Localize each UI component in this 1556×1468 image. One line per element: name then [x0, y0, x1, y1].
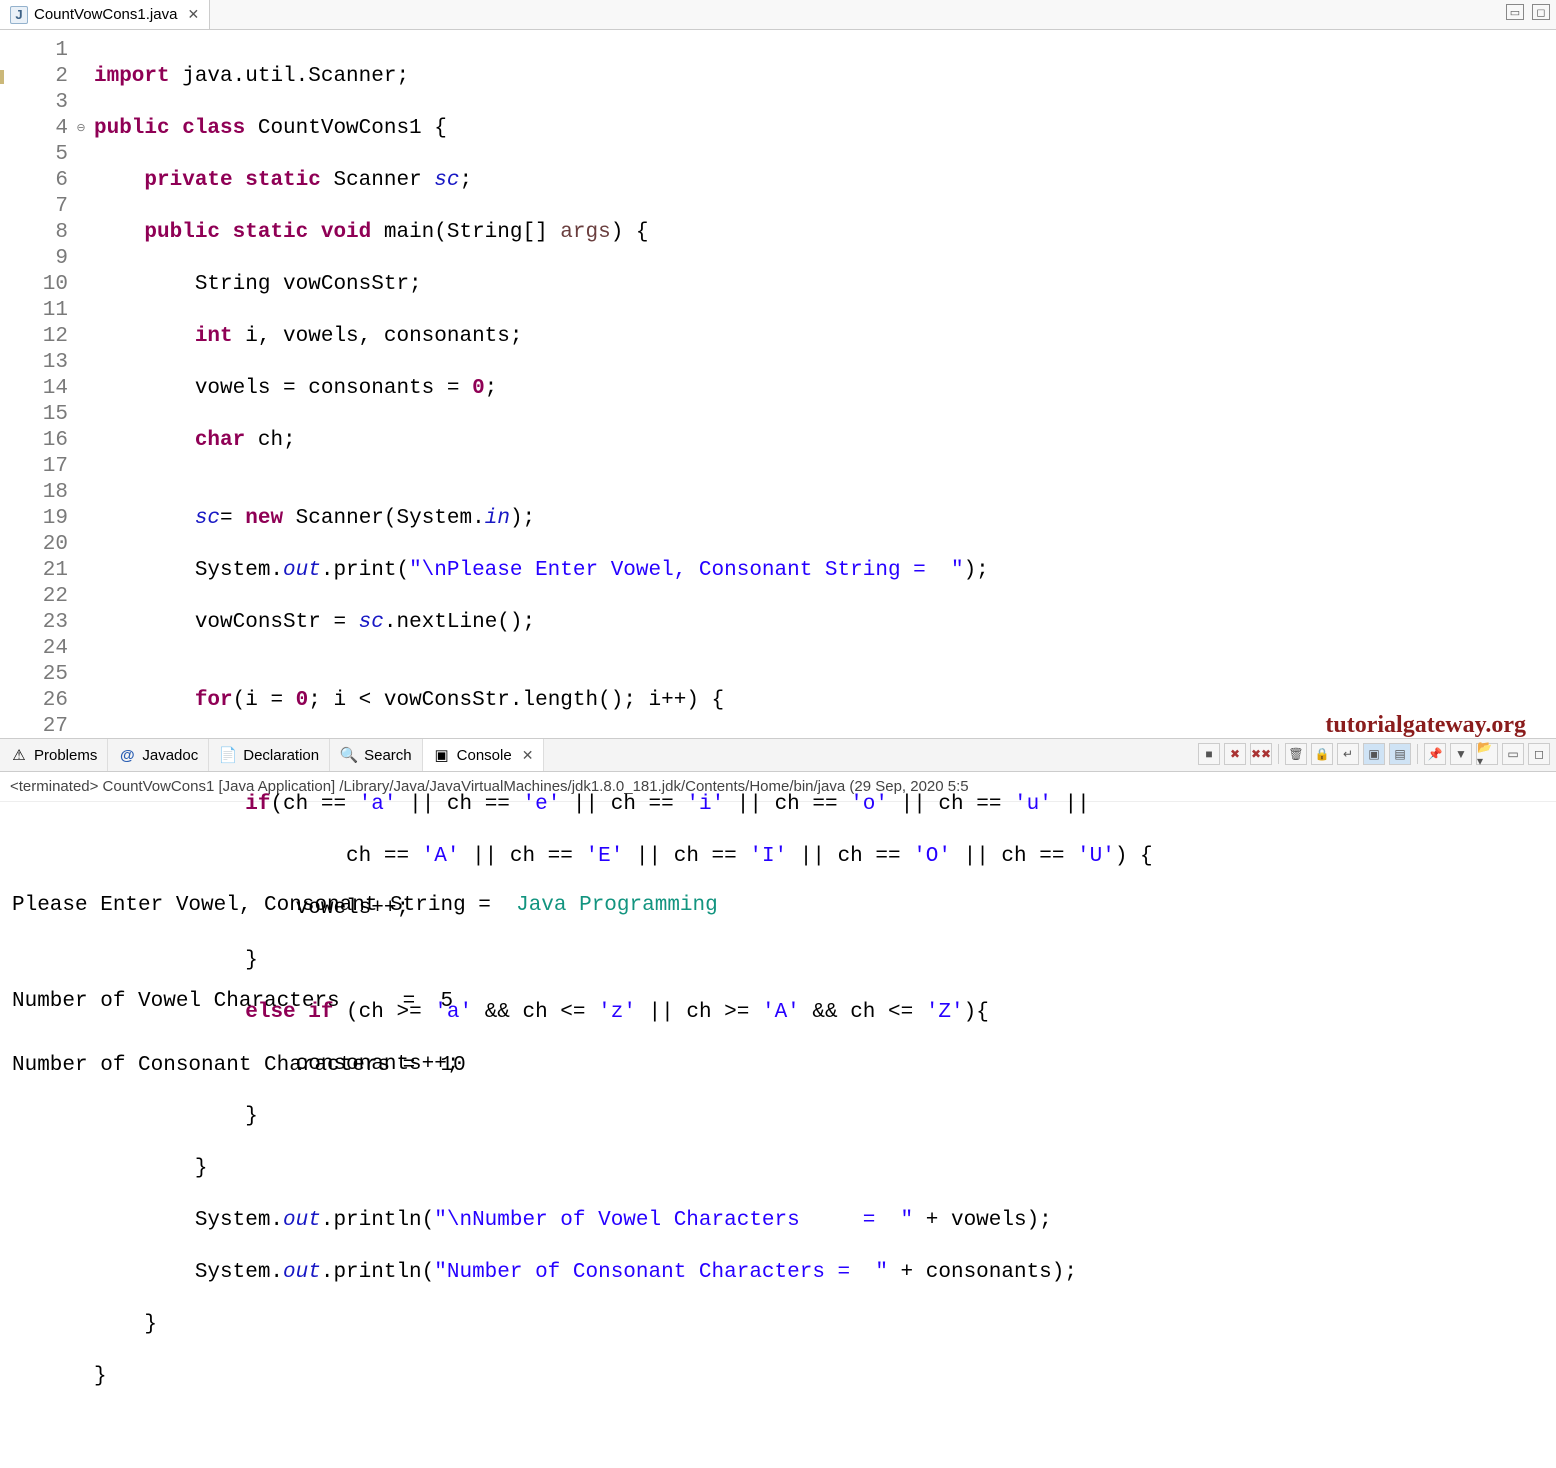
- pin-console-icon[interactable]: 📌: [1424, 743, 1446, 765]
- code-editor[interactable]: 1 2 3 4 5 6 7 8 9 10 11 12 13 14 15 16 1…: [0, 30, 1556, 738]
- code-line: vowels++;: [94, 896, 1556, 922]
- tab-declaration[interactable]: 📄 Declaration: [209, 739, 330, 771]
- watermark: tutorialgateway.org: [1325, 712, 1526, 738]
- code-line: int i, vowels, consonants;: [94, 324, 1556, 350]
- tab-javadoc[interactable]: @ Javadoc: [108, 739, 209, 771]
- minimize-icon[interactable]: ▭: [1506, 4, 1524, 20]
- code-line: String vowConsStr;: [94, 272, 1556, 298]
- code-line: }: [94, 1156, 1556, 1182]
- open-console-icon[interactable]: 📂▾: [1476, 743, 1498, 765]
- code-line: if(ch == 'a' || ch == 'e' || ch == 'i' |…: [94, 792, 1556, 818]
- java-file-icon: J: [10, 6, 28, 24]
- fold-column: ⊖: [74, 30, 88, 738]
- code-line: char ch;: [94, 428, 1556, 454]
- code-line: for(i = 0; i < vowConsStr.length(); i++)…: [94, 688, 1556, 714]
- code-line: sc= new Scanner(System.in);: [94, 506, 1556, 532]
- fold-collapse-icon[interactable]: ⊖: [74, 116, 88, 142]
- code-line: consonants++;: [94, 1052, 1556, 1078]
- code-line: vowels = consonants = 0;: [94, 376, 1556, 402]
- line-number-gutter: 1 2 3 4 5 6 7 8 9 10 11 12 13 14 15 16 1…: [10, 30, 74, 738]
- code-area[interactable]: import java.util.Scanner; public class C…: [88, 30, 1556, 738]
- code-line: }: [94, 1104, 1556, 1130]
- scroll-lock-icon[interactable]: 🔒: [1311, 743, 1333, 765]
- clear-console-icon[interactable]: 🗑: [1285, 743, 1307, 765]
- code-line: }: [94, 1364, 1556, 1390]
- remove-all-icon[interactable]: ✖✖: [1250, 743, 1272, 765]
- show-console-icon[interactable]: ▣: [1363, 743, 1385, 765]
- code-line: ch == 'A' || ch == 'E' || ch == 'I' || c…: [94, 844, 1556, 870]
- search-icon: 🔍: [340, 746, 358, 764]
- problems-icon: ⚠: [10, 746, 28, 764]
- editor-tab[interactable]: J CountVowCons1.java ✕: [0, 0, 210, 29]
- left-marker-bar: [0, 30, 10, 738]
- maximize-icon[interactable]: ◻: [1528, 743, 1550, 765]
- remove-launch-icon[interactable]: ✖: [1224, 743, 1246, 765]
- display-selected-icon[interactable]: ▼: [1450, 743, 1472, 765]
- code-line: System.out.println("Number of Consonant …: [94, 1260, 1556, 1286]
- bottom-view-tabs: ⚠ Problems @ Javadoc 📄 Declaration 🔍 Sea…: [0, 738, 1556, 772]
- console-icon: ▣: [433, 746, 451, 764]
- code-line: }: [94, 948, 1556, 974]
- code-line: vowConsStr = sc.nextLine();: [94, 610, 1556, 636]
- code-line: System.out.print("\nPlease Enter Vowel, …: [94, 558, 1556, 584]
- code-line: private static Scanner sc;: [94, 168, 1556, 194]
- tab-search[interactable]: 🔍 Search: [330, 739, 423, 771]
- declaration-icon: 📄: [219, 746, 237, 764]
- javadoc-icon: @: [118, 746, 136, 764]
- tab-console[interactable]: ▣ Console ✕: [423, 739, 545, 771]
- tab-filename: CountVowCons1.java: [34, 6, 177, 23]
- terminate-icon[interactable]: ■: [1198, 743, 1220, 765]
- console-toolbar: ■ ✖ ✖✖ 🗑 🔒 ↵ ▣ ▤ 📌 ▼ 📂▾ ▭ ◻: [1198, 743, 1550, 765]
- window-controls: ▭ ◻: [1506, 4, 1550, 20]
- word-wrap-icon[interactable]: ↵: [1337, 743, 1359, 765]
- tab-problems[interactable]: ⚠ Problems: [0, 739, 108, 771]
- code-line: else if (ch >= 'a' && ch <= 'z' || ch >=…: [94, 1000, 1556, 1026]
- code-line: }: [94, 1312, 1556, 1338]
- close-icon[interactable]: ✕: [183, 6, 199, 23]
- show-stdout-icon[interactable]: ▤: [1389, 743, 1411, 765]
- code-line: System.out.println("\nNumber of Vowel Ch…: [94, 1208, 1556, 1234]
- close-icon[interactable]: ✕: [518, 747, 534, 764]
- maximize-icon[interactable]: ◻: [1532, 4, 1550, 20]
- editor-tab-bar: J CountVowCons1.java ✕ ▭ ◻: [0, 0, 1556, 30]
- code-line: import java.util.Scanner;: [94, 64, 1556, 90]
- code-line: public class CountVowCons1 {: [94, 116, 1556, 142]
- minimize-icon[interactable]: ▭: [1502, 743, 1524, 765]
- code-line: public static void main(String[] args) {: [94, 220, 1556, 246]
